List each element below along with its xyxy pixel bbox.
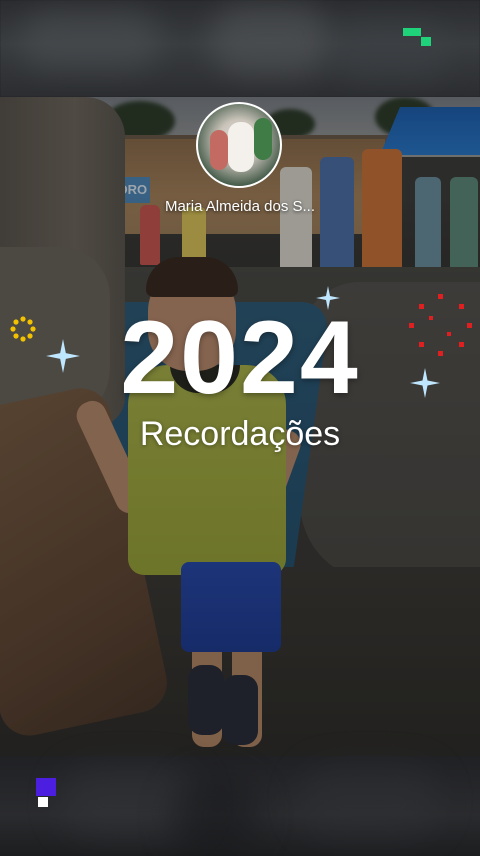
year-title: 2024	[120, 300, 360, 416]
sparkle-icon	[316, 286, 340, 310]
author-name[interactable]: Maria Almeida dos S...	[150, 198, 330, 215]
brand-logo-purple-icon	[36, 778, 56, 807]
sparkle-icon	[46, 339, 80, 373]
sparkle-icon	[410, 368, 440, 398]
brand-logo-green-icon	[403, 28, 431, 46]
top-blurred-band	[0, 0, 480, 97]
gold-dots-ring-icon	[10, 316, 36, 342]
memories-subtitle: Recordações	[139, 415, 341, 453]
bottom-blurred-band	[0, 756, 480, 856]
red-dots-burst-icon	[409, 294, 472, 356]
author-avatar[interactable]	[196, 102, 282, 188]
